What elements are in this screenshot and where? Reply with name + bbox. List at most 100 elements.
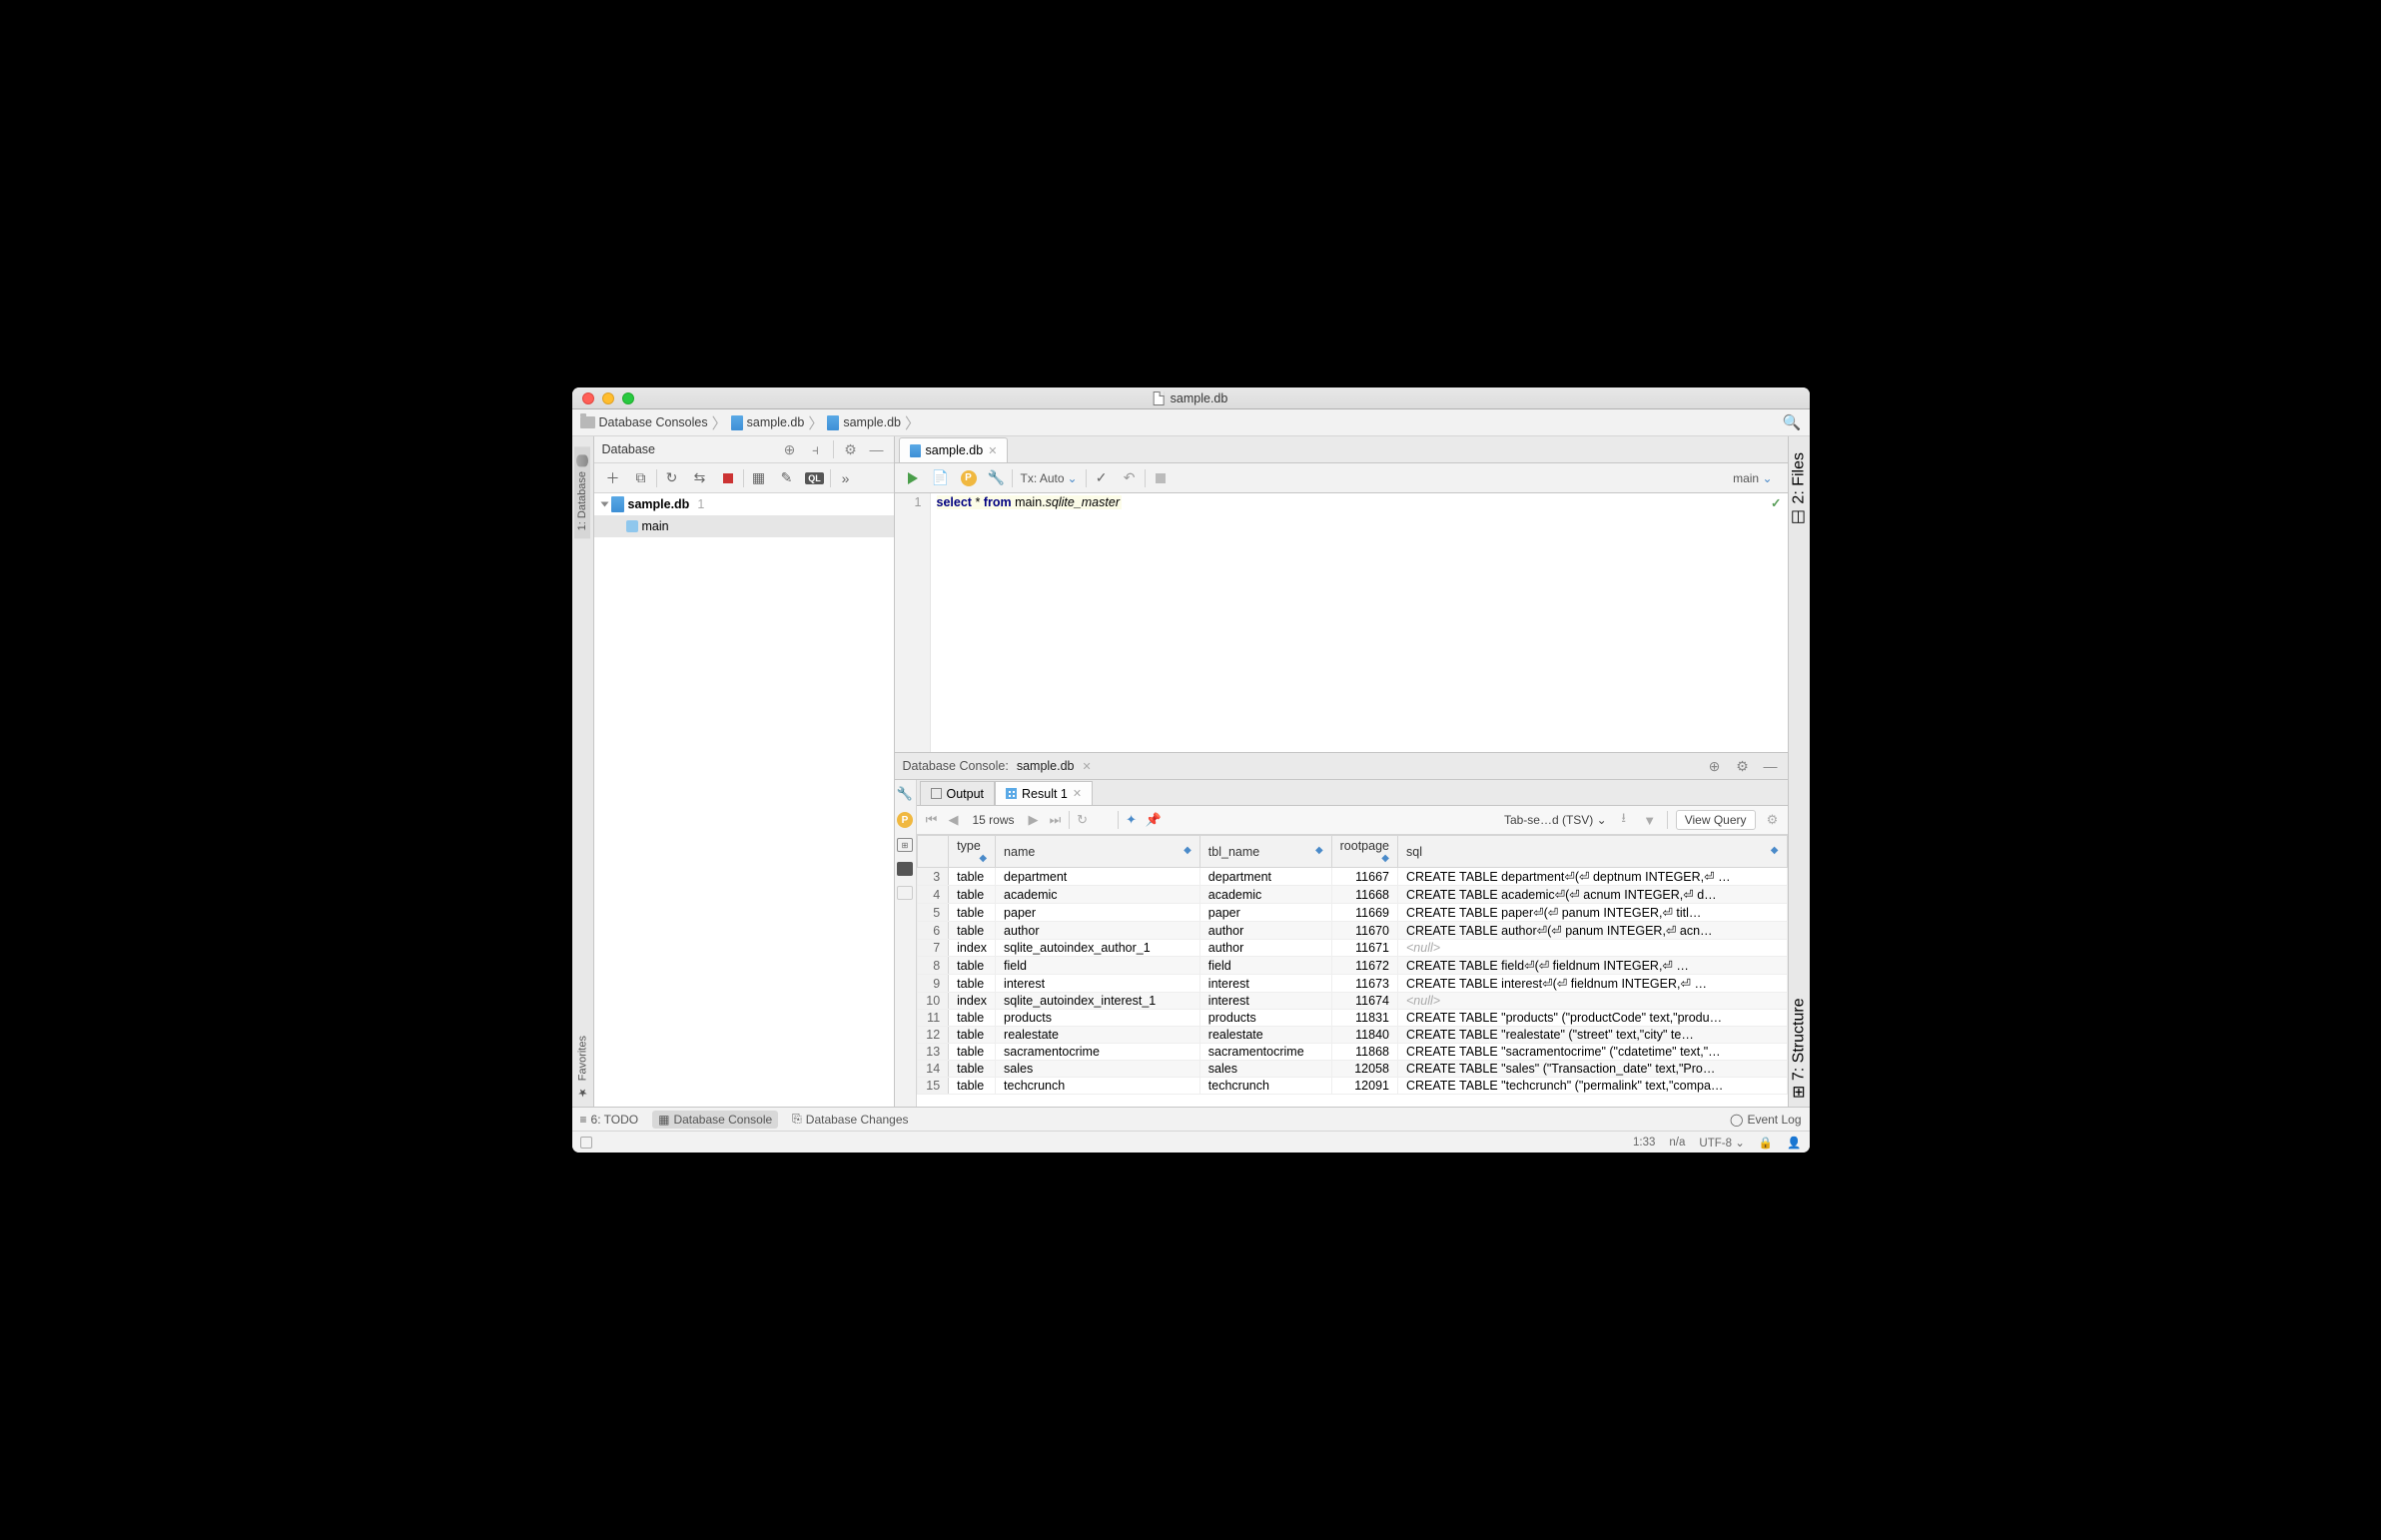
cell-rootpage[interactable]: 11667 — [1331, 868, 1397, 886]
cell-tblname[interactable]: techcrunch — [1199, 1078, 1331, 1095]
cell-name[interactable]: sacramentocrime — [996, 1044, 1200, 1061]
editor-tab[interactable]: sample.db ✕ — [899, 437, 1009, 462]
cell-type[interactable]: table — [949, 1078, 996, 1095]
structure-tool-tab[interactable]: ⊞7: Structure — [1788, 990, 1810, 1107]
canel-icon[interactable] — [1148, 466, 1174, 490]
split-icon[interactable]: ⫞ — [807, 441, 825, 458]
output-tab[interactable]: Output — [920, 781, 996, 805]
cell-name[interactable]: techcrunch — [996, 1078, 1200, 1095]
cell-tblname[interactable]: author — [1199, 940, 1331, 957]
col-sql[interactable]: sql◆ — [1398, 836, 1788, 868]
tree-root[interactable]: sample.db 1 — [594, 493, 894, 515]
table-row[interactable]: 11 table products products 11831 CREATE … — [917, 1010, 1787, 1027]
close-tab-icon[interactable]: ✕ — [1073, 787, 1082, 800]
add-button[interactable]: ＋ — [600, 466, 626, 490]
reload-icon[interactable]: ↻ — [1074, 812, 1092, 828]
tx-mode-dropdown[interactable]: Tx: Auto ⌄ — [1015, 471, 1084, 485]
cell-sql[interactable]: CREATE TABLE "sacramentocrime" ("cdateti… — [1398, 1044, 1788, 1061]
cell-tblname[interactable]: interest — [1199, 975, 1331, 993]
cell-name[interactable]: realestate — [996, 1027, 1200, 1044]
cell-type[interactable]: table — [949, 868, 996, 886]
filter-icon[interactable]: ▼ — [1641, 813, 1659, 828]
inspector-icon[interactable]: 👤 — [1787, 1136, 1801, 1150]
favorites-tool-tab[interactable]: ★ Favorites — [574, 1028, 591, 1107]
sync-button[interactable]: ⇆ — [687, 466, 713, 490]
cell-type[interactable]: table — [949, 1061, 996, 1078]
add-row-icon[interactable]: ✦ — [1123, 812, 1141, 828]
table-row[interactable]: 3 table department department 11667 CREA… — [917, 868, 1787, 886]
cell-type[interactable]: table — [949, 886, 996, 904]
prev-page-icon[interactable]: ◀ — [945, 812, 963, 828]
cell-type[interactable]: table — [949, 1027, 996, 1044]
files-tool-tab[interactable]: ◫2: Files — [1788, 444, 1810, 536]
cell-rootpage[interactable]: 11668 — [1331, 886, 1397, 904]
cell-type[interactable]: table — [949, 1044, 996, 1061]
col-type[interactable]: type◆ — [949, 836, 996, 868]
code-editor[interactable]: 1 select * from main.sqlite_master ✓ — [895, 493, 1788, 752]
encoding-dropdown[interactable]: UTF-8 ⌄ — [1699, 1136, 1744, 1150]
cell-rootpage[interactable]: 11674 — [1331, 993, 1397, 1010]
col-rootpage[interactable]: rootpage◆ — [1331, 836, 1397, 868]
cell-type[interactable]: table — [949, 975, 996, 993]
next-page-icon[interactable]: ▶ — [1025, 812, 1043, 828]
database-tool-tab[interactable]: 1: Database — [574, 446, 590, 538]
cell-sql[interactable]: CREATE TABLE academic⏎(⏎ acnum INTEGER,⏎… — [1398, 886, 1788, 904]
close-icon[interactable]: ✕ — [1083, 760, 1092, 773]
breadcrumb-item[interactable]: sample.db — [731, 415, 805, 430]
cell-tblname[interactable]: products — [1199, 1010, 1331, 1027]
last-page-icon[interactable]: ⏭ — [1047, 812, 1065, 828]
cell-tblname[interactable]: realestate — [1199, 1027, 1331, 1044]
lock-icon[interactable]: 🔒 — [1759, 1136, 1773, 1150]
close-button[interactable] — [582, 392, 594, 404]
more-icon[interactable]: » — [833, 466, 859, 490]
cell-sql[interactable]: CREATE TABLE "sales" ("Transaction_date"… — [1398, 1061, 1788, 1078]
first-page-icon[interactable]: ⏮ — [923, 812, 941, 828]
code-area[interactable]: select * from main.sqlite_master ✓ — [931, 493, 1788, 752]
cell-tblname[interactable]: sacramentocrime — [1199, 1044, 1331, 1061]
tree-schema[interactable]: main — [594, 515, 894, 537]
result-tab[interactable]: Result 1 ✕ — [995, 781, 1093, 805]
cell-tblname[interactable]: academic — [1199, 886, 1331, 904]
cell-rootpage[interactable]: 12091 — [1331, 1078, 1397, 1095]
table-row[interactable]: 5 table paper paper 11669 CREATE TABLE p… — [917, 904, 1787, 922]
cell-type[interactable]: table — [949, 1010, 996, 1027]
cell-sql[interactable]: CREATE TABLE field⏎(⏎ fieldnum INTEGER,⏎… — [1398, 957, 1788, 975]
col-tblname[interactable]: tbl_name◆ — [1199, 836, 1331, 868]
cell-rootpage[interactable]: 11840 — [1331, 1027, 1397, 1044]
cell-name[interactable]: field — [996, 957, 1200, 975]
status-icon[interactable] — [580, 1137, 592, 1149]
cell-rootpage[interactable]: 11673 — [1331, 975, 1397, 993]
cell-name[interactable]: department — [996, 868, 1200, 886]
cell-sql[interactable]: CREATE TABLE interest⏎(⏎ fieldnum INTEGE… — [1398, 975, 1788, 993]
bar-icon[interactable] — [897, 862, 913, 876]
cell-sql[interactable]: CREATE TABLE "products" ("productCode" t… — [1398, 1010, 1788, 1027]
result-table[interactable]: type◆ name◆ tbl_name◆ rootpage◆ sql◆ 3 t… — [917, 835, 1788, 1107]
minimize-panel-icon[interactable]: — — [868, 441, 886, 457]
breadcrumb-item[interactable]: Database Consoles — [580, 415, 708, 429]
cell-type[interactable]: index — [949, 993, 996, 1010]
wrench-icon[interactable]: 🔧 — [984, 466, 1010, 490]
cell-name[interactable]: author — [996, 922, 1200, 940]
view-query-button[interactable]: View Query — [1676, 810, 1756, 830]
close-tab-icon[interactable]: ✕ — [988, 444, 997, 457]
cell-rootpage[interactable]: 11671 — [1331, 940, 1397, 957]
wrench-icon[interactable]: 🔧 — [897, 786, 913, 802]
stop-button[interactable] — [715, 466, 741, 490]
schema-dropdown[interactable]: main ⌄ — [1733, 471, 1782, 485]
duplicate-button[interactable]: ⧉ — [628, 466, 654, 490]
cell-name[interactable]: products — [996, 1010, 1200, 1027]
p-icon[interactable]: P — [897, 812, 913, 828]
cell-sql[interactable]: <null> — [1398, 940, 1788, 957]
cell-sql[interactable]: <null> — [1398, 993, 1788, 1010]
run-script-button[interactable]: 📄 — [928, 466, 954, 490]
table-row[interactable]: 6 table author author 11670 CREATE TABLE… — [917, 922, 1787, 940]
cursor-position[interactable]: 1:33 — [1633, 1137, 1655, 1149]
table-row[interactable]: 12 table realestate realestate 11840 CRE… — [917, 1027, 1787, 1044]
gear-icon[interactable]: ⚙ — [1734, 758, 1752, 775]
cell-type[interactable]: table — [949, 957, 996, 975]
cell-name[interactable]: academic — [996, 886, 1200, 904]
cell-name[interactable]: paper — [996, 904, 1200, 922]
ql-button[interactable]: QL — [802, 466, 828, 490]
target-icon[interactable]: ⊕ — [1706, 758, 1724, 775]
cell-tblname[interactable]: field — [1199, 957, 1331, 975]
